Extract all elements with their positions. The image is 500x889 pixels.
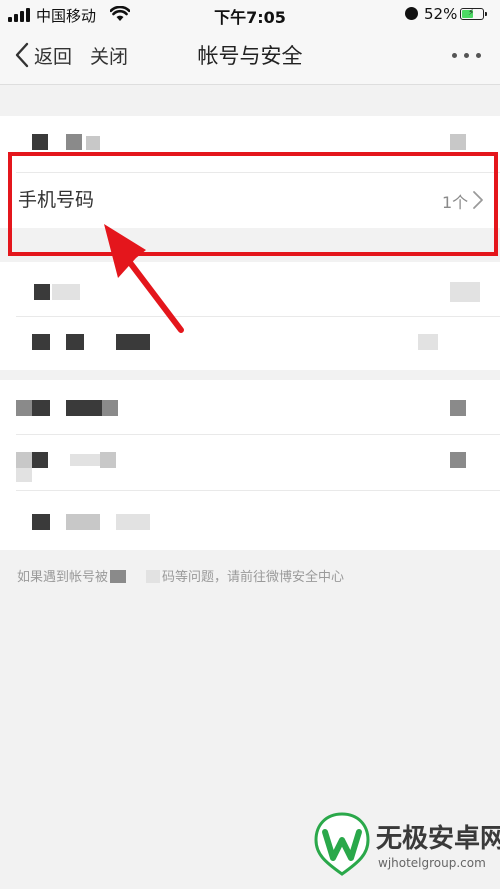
battery-charging-icon: ⚡ [460, 8, 487, 20]
more-icon[interactable] [446, 52, 486, 60]
redacted-section-3 [0, 380, 500, 550]
redacted-value [450, 282, 480, 302]
battery-percent: 52% [424, 5, 458, 23]
list-item-redacted-1[interactable] [0, 116, 500, 172]
redacted-text [16, 452, 32, 468]
redacted-section-2 [0, 262, 500, 370]
phone-number-count: 1个 [442, 193, 469, 212]
close-button[interactable]: 关闭 [90, 42, 128, 69]
redacted-text [66, 514, 84, 530]
list-item-redacted-4[interactable] [0, 380, 500, 436]
list-item-redacted-6[interactable] [0, 494, 500, 550]
phone-number-label: 手机号码 [18, 189, 95, 211]
redacted-value [450, 452, 466, 468]
redacted-text [34, 284, 50, 300]
chevron-left-icon [15, 42, 29, 68]
redacted-value [450, 134, 466, 150]
redacted-text [66, 334, 84, 350]
watermark: 无极安卓网 wjhotelgroup.com [312, 810, 500, 882]
redacted-text [52, 284, 80, 300]
redacted-text [32, 134, 48, 150]
watermark-url: wjhotelgroup.com [378, 856, 486, 870]
nav-bar: 返回 关闭 帐号与安全 [0, 28, 500, 85]
row-divider [16, 434, 500, 435]
redacted-text [84, 514, 100, 530]
redacted-text [86, 136, 100, 150]
list-item-redacted-2[interactable] [0, 262, 500, 318]
watermark-brand: 无极安卓网 [376, 824, 500, 854]
redacted-text [66, 134, 82, 150]
redacted-text [32, 452, 48, 468]
redacted-text [110, 570, 127, 583]
row-divider [16, 490, 500, 491]
alarm-icon [405, 7, 418, 20]
list-item-redacted-5[interactable] [0, 436, 500, 492]
redacted-text [100, 452, 116, 468]
redacted-value [418, 334, 438, 350]
redacted-value [450, 400, 466, 416]
chevron-right-icon [473, 191, 483, 209]
redacted-text [32, 334, 50, 350]
redacted-text [16, 468, 32, 482]
brand-logo-icon [314, 812, 370, 876]
footer-note: 如果遇到帐号被 码等问题，请前往微博安全中心 [17, 566, 344, 585]
list-item-redacted-3[interactable] [0, 316, 500, 372]
redacted-text [70, 454, 100, 466]
redacted-text [116, 514, 150, 530]
page-title: 帐号与安全 [197, 44, 303, 68]
redacted-text [146, 570, 161, 583]
redacted-text [32, 514, 50, 530]
redacted-text [102, 400, 118, 416]
redacted-text [66, 400, 102, 416]
back-label: 返回 [34, 45, 73, 68]
footer-note-prefix: 如果遇到帐号被 [17, 570, 109, 585]
back-button[interactable]: 返回 [14, 40, 72, 70]
redacted-text [32, 400, 50, 416]
footer-note-suffix: 码等问题，请前往微博安全中心 [162, 570, 345, 585]
redacted-text [16, 400, 32, 416]
redacted-text [116, 334, 150, 350]
status-bar: 中国移动 下午7:05 52% ⚡ [0, 0, 500, 28]
